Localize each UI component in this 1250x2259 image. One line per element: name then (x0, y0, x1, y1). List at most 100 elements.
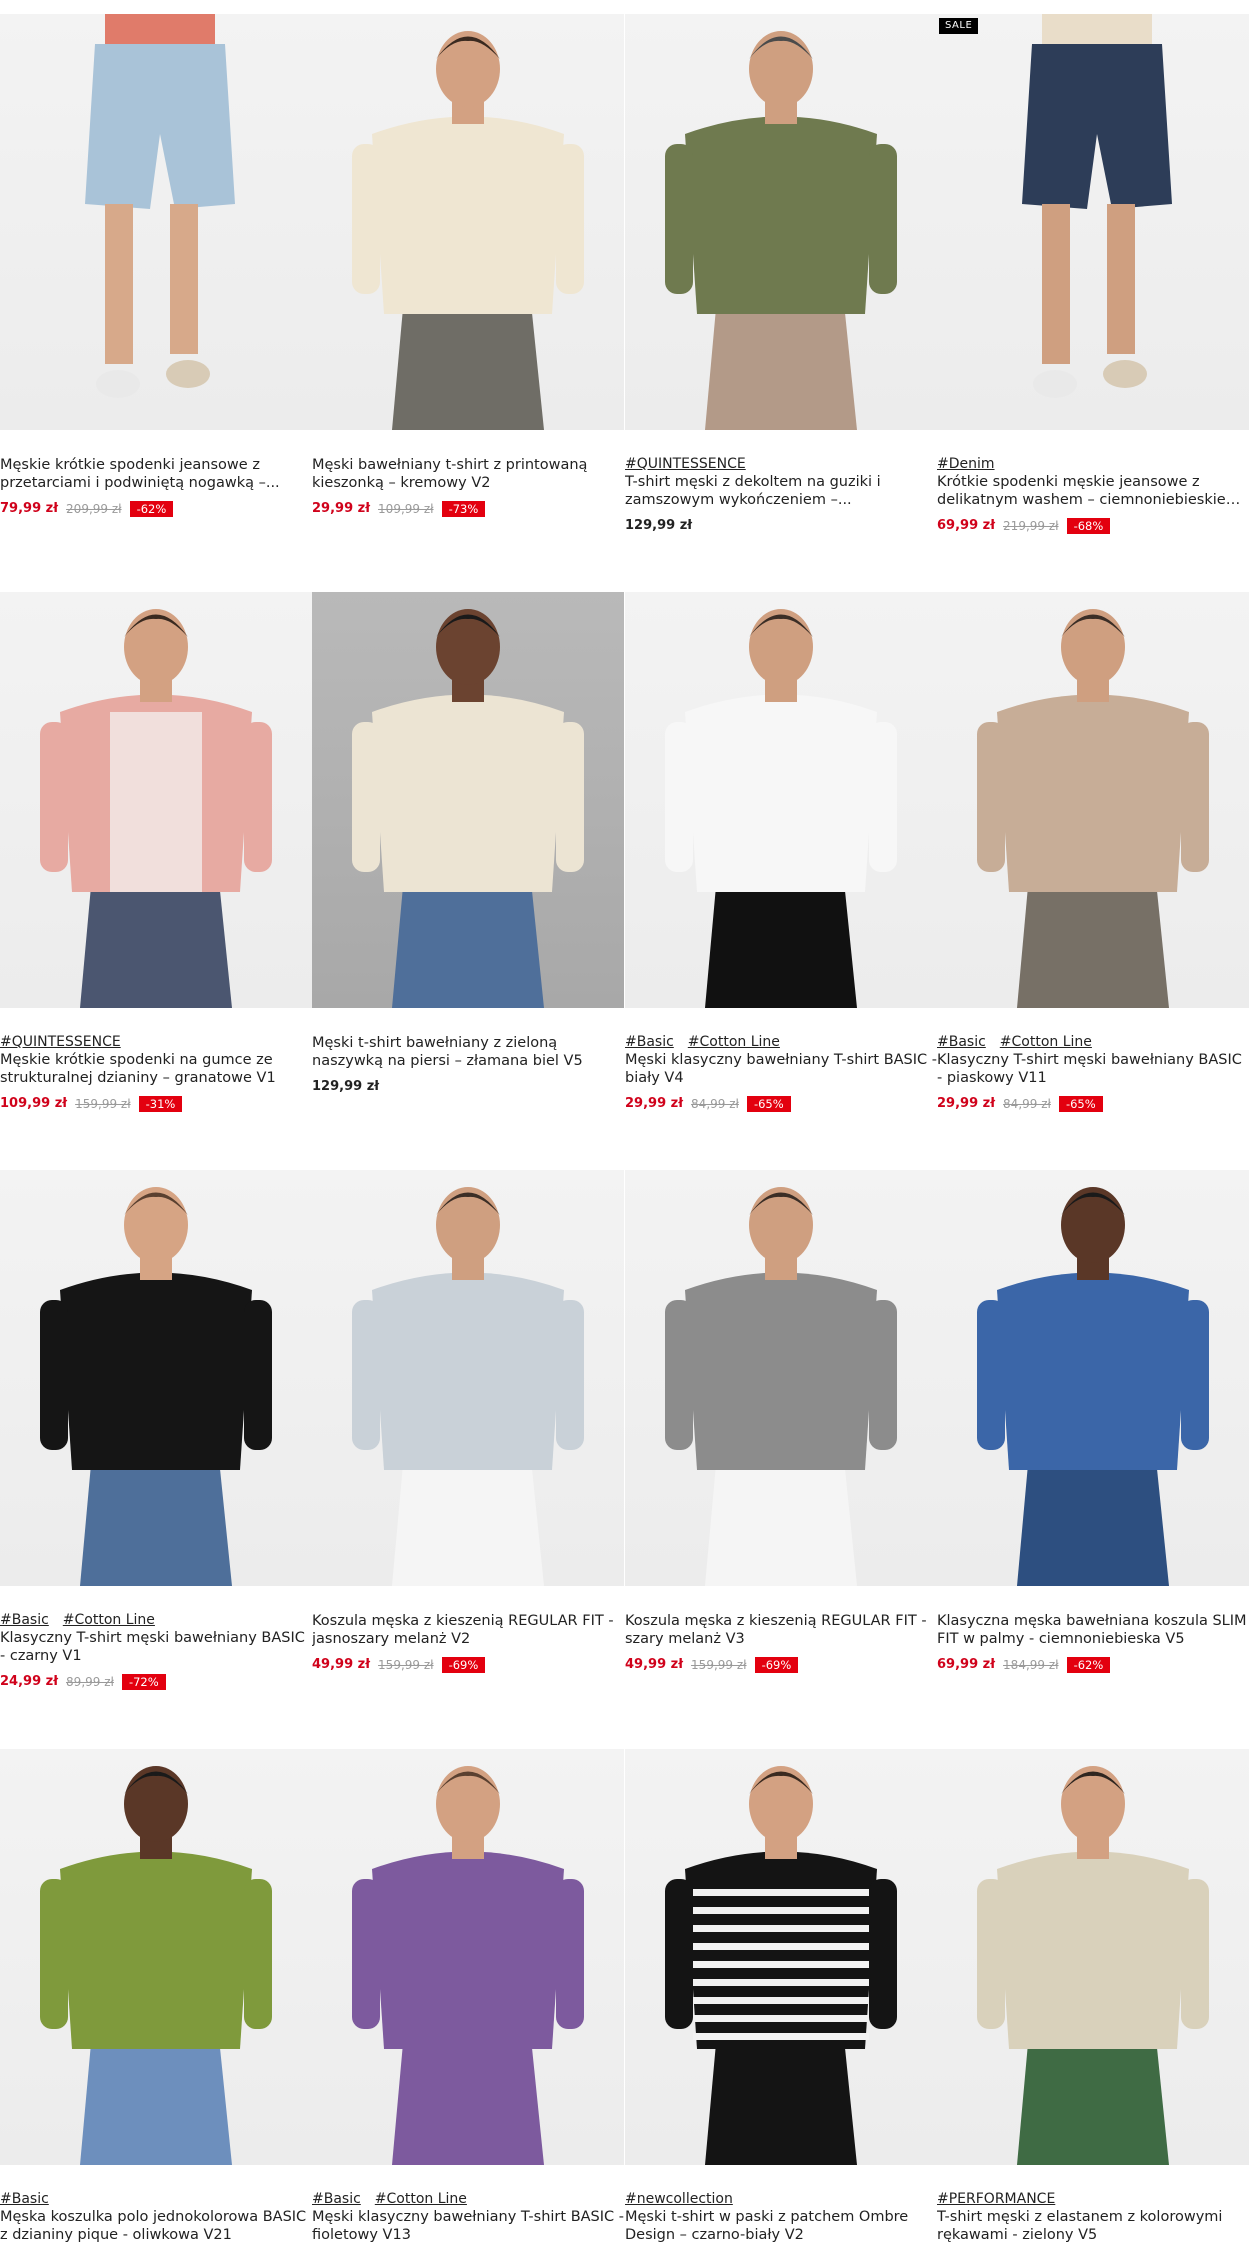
product-image[interactable] (625, 1170, 937, 1586)
product-card[interactable]: Męskie krótkie spodenki jeansowe z przet… (0, 14, 312, 517)
product-tag-link[interactable]: #Cotton Line (1000, 1034, 1092, 1050)
discount-badge: -69% (754, 1657, 799, 1673)
old-price: 209,99 zł (66, 502, 122, 516)
product-image[interactable] (625, 592, 937, 1008)
product-title[interactable]: Klasyczny T-shirt męski bawełniany BASIC… (0, 1629, 312, 1665)
product-card[interactable]: Koszula męska z kieszenią REGULAR FIT - … (625, 1170, 937, 1673)
product-title[interactable]: Męski t-shirt bawełniany z zieloną naszy… (312, 1034, 624, 1070)
product-photo-illustration (352, 1187, 584, 1586)
product-image[interactable] (937, 1749, 1249, 2165)
product-tag-link[interactable]: #Cotton Line (375, 2191, 467, 2207)
product-image[interactable] (0, 1170, 312, 1586)
product-image[interactable] (937, 592, 1249, 1008)
product-prices: 24,99 zł 89,99 zł -72% (0, 1674, 312, 1690)
discount-badge: -72% (121, 1674, 166, 1690)
product-title[interactable]: Męskie krótkie spodenki jeansowe z przet… (0, 456, 312, 492)
product-tag-link[interactable]: #PERFORMANCE (937, 2191, 1055, 2207)
product-tag-link[interactable]: #Cotton Line (63, 1612, 155, 1628)
product-title[interactable]: Męski t-shirt w paski z patchem Ombre De… (625, 2208, 937, 2244)
product-tag-link[interactable]: #newcollection (625, 2191, 733, 2207)
product-prices: 29,99 zł 109,99 zł -73% (312, 501, 624, 517)
product-card[interactable]: #QUINTESSENCE Męskie krótkie spodenki na … (0, 592, 312, 1112)
product-info: #Basic Męska koszulka polo jednokolorowa … (0, 2165, 312, 2244)
product-prices: 49,99 zł 159,99 zł -69% (312, 1657, 624, 1673)
product-card[interactable]: #PERFORMANCE T-shirt męski z elastanem z … (937, 1749, 1249, 2244)
current-price: 24,99 zł (0, 1674, 59, 1689)
product-card[interactable]: #newcollection Męski t-shirt w paski z pa… (625, 1749, 937, 2244)
product-tag-link[interactable]: #Basic (625, 1034, 674, 1050)
product-card[interactable]: #QUINTESSENCE T-shirt męski z dekoltem na… (625, 14, 937, 534)
product-title[interactable]: T-shirt męski z dekoltem na guziki i zam… (625, 473, 937, 509)
product-tag-link[interactable]: #QUINTESSENCE (625, 456, 746, 472)
current-price: 29,99 zł (312, 501, 371, 516)
product-info: #Basic #Cotton Line Klasyczny T-shirt męsk… (937, 1008, 1249, 1112)
product-image[interactable] (625, 14, 937, 430)
product-card[interactable]: #Basic #Cotton Line Męski klasyczny bawełn… (312, 1749, 624, 2244)
product-tag-link[interactable]: #Basic (0, 1612, 49, 1628)
product-prices: 69,99 zł 219,99 zł -68% (937, 518, 1249, 534)
product-image[interactable] (312, 14, 624, 430)
product-card[interactable]: SALE #Denim Krótkie spodenki męskie jeanso… (937, 14, 1249, 534)
product-title[interactable]: Męski klasyczny bawełniany T-shirt BASIC… (625, 1051, 937, 1087)
product-image[interactable] (0, 1749, 312, 2165)
product-tag-link[interactable]: #Basic (0, 2191, 49, 2207)
product-info: Męski t-shirt bawełniany z zieloną naszy… (312, 1008, 624, 1095)
discount-badge: -65% (1058, 1096, 1103, 1112)
product-info: Męskie krótkie spodenki jeansowe z przet… (0, 430, 312, 517)
product-title[interactable]: Męskie krótkie spodenki na gumce ze stru… (0, 1051, 312, 1087)
product-tags: #PERFORMANCE (937, 2191, 1249, 2208)
old-price: 109,99 zł (378, 502, 434, 516)
product-image[interactable] (312, 592, 624, 1008)
product-card[interactable]: Męski bawełniany t-shirt z printowaną ki… (312, 14, 624, 517)
product-title[interactable]: Koszula męska z kieszenią REGULAR FIT - … (312, 1612, 624, 1648)
product-card[interactable]: #Basic #Cotton Line Klasyczny T-shirt męsk… (937, 592, 1249, 1112)
product-tag-link[interactable]: #Basic (312, 2191, 361, 2207)
product-title[interactable]: Koszula męska z kieszenią REGULAR FIT - … (625, 1612, 937, 1648)
product-photo-illustration (665, 609, 897, 1008)
current-price: 129,99 zł (312, 1079, 380, 1094)
product-card[interactable]: Koszula męska z kieszenią REGULAR FIT - … (312, 1170, 624, 1673)
product-prices: 79,99 zł 209,99 zł -62% (0, 501, 312, 517)
product-title[interactable]: Klasyczna męska bawełniana koszula SLIM … (937, 1612, 1249, 1648)
discount-badge: -69% (441, 1657, 486, 1673)
product-title[interactable]: Męski bawełniany t-shirt z printowaną ki… (312, 456, 624, 492)
product-photo-illustration (665, 1187, 897, 1586)
product-tag-link[interactable]: #Basic (937, 1034, 986, 1050)
product-info: #QUINTESSENCE Męskie krótkie spodenki na … (0, 1008, 312, 1112)
product-photo-illustration (1022, 14, 1172, 398)
product-tag-link[interactable]: #QUINTESSENCE (0, 1034, 121, 1050)
product-photo-illustration (40, 609, 272, 1008)
old-price: 159,99 zł (378, 1658, 434, 1672)
product-tags: #Basic #Cotton Line (937, 1034, 1249, 1051)
old-price: 159,99 zł (691, 1658, 747, 1672)
product-title[interactable]: Męska koszulka polo jednokolorowa BASIC … (0, 2208, 312, 2244)
current-price: 29,99 zł (937, 1096, 996, 1111)
discount-badge: -68% (1066, 518, 1111, 534)
product-title[interactable]: T-shirt męski z elastanem z kolorowymi r… (937, 2208, 1249, 2244)
product-image[interactable] (312, 1749, 624, 2165)
product-card[interactable]: Klasyczna męska bawełniana koszula SLIM … (937, 1170, 1249, 1673)
product-tag-link[interactable]: #Cotton Line (688, 1034, 780, 1050)
product-photo-illustration (352, 609, 584, 1008)
product-image[interactable] (0, 14, 312, 430)
product-title[interactable]: Męski klasyczny bawełniany T-shirt BASIC… (312, 2208, 624, 2244)
product-tag-link[interactable]: #Denim (937, 456, 995, 472)
product-card[interactable]: Męski t-shirt bawełniany z zieloną naszy… (312, 592, 624, 1095)
product-info: #Basic #Cotton Line Męski klasyczny bawełn… (625, 1008, 937, 1112)
product-photo-illustration (40, 1187, 272, 1586)
product-info: Koszula męska z kieszenią REGULAR FIT - … (312, 1586, 624, 1673)
product-image[interactable] (312, 1170, 624, 1586)
product-card[interactable]: #Basic Męska koszulka polo jednokolorowa … (0, 1749, 312, 2244)
product-photo-illustration (352, 31, 584, 430)
product-title[interactable]: Krótkie spodenki męskie jeansowe z delik… (937, 473, 1249, 509)
product-card[interactable]: #Basic #Cotton Line Męski klasyczny bawełn… (625, 592, 937, 1112)
product-image[interactable] (937, 1170, 1249, 1586)
product-image[interactable]: SALE (937, 14, 1249, 430)
product-image[interactable] (0, 592, 312, 1008)
product-card[interactable]: #Basic #Cotton Line Klasyczny T-shirt męsk… (0, 1170, 312, 1690)
product-info: #Basic #Cotton Line Klasyczny T-shirt męsk… (0, 1586, 312, 1690)
product-title[interactable]: Klasyczny T-shirt męski bawełniany BASIC… (937, 1051, 1249, 1087)
product-tags: #Denim (937, 456, 1249, 473)
product-tags: #QUINTESSENCE (0, 1034, 312, 1051)
product-image[interactable] (625, 1749, 937, 2165)
